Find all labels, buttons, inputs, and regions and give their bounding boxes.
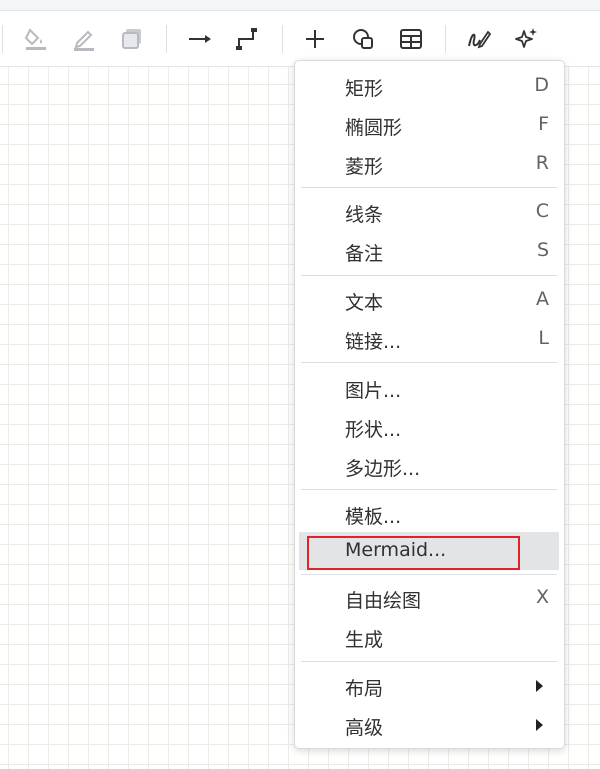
menu-divider (301, 362, 557, 363)
shortcut-key: C (535, 200, 549, 222)
menu-item-template[interactable]: 模板... (299, 495, 559, 533)
table-icon[interactable] (395, 23, 427, 55)
toolbar-separator (166, 25, 167, 53)
menu-item-label: 布局 (345, 678, 384, 700)
toolbar-separator (2, 25, 3, 53)
menu-item-link[interactable]: 链接... L (299, 320, 559, 358)
menu-item-advanced[interactable]: 高级 (299, 706, 559, 744)
menu-item-freehand[interactable]: 自由绘图 X (299, 579, 559, 617)
top-band (0, 0, 600, 11)
menu-item-label: 线条 (345, 204, 384, 226)
menu-item-label: 菱形 (345, 156, 384, 178)
submenu-arrow-icon (536, 719, 543, 731)
menu-item-label: 多边形... (345, 458, 421, 480)
insert-menu: 矩形 D 椭圆形 F 菱形 R 线条 C 备注 S 文本 A 链接... L 图… (294, 60, 565, 749)
shortcut-key: S (536, 239, 549, 261)
menu-item-label: 椭圆形 (345, 117, 403, 139)
menu-item-rectangle[interactable]: 矩形 D (299, 67, 559, 105)
menu-item-label: 形状... (345, 419, 402, 441)
shapes-icon[interactable] (347, 23, 379, 55)
menu-divider (301, 574, 557, 575)
menu-divider (301, 661, 557, 662)
shortcut-key: R (535, 152, 549, 174)
shadow-icon[interactable] (116, 23, 148, 55)
menu-divider (301, 187, 557, 188)
menu-item-image[interactable]: 图片... (299, 369, 559, 407)
toolbar-separator (282, 25, 283, 53)
toolbar (0, 11, 600, 67)
menu-item-label: 生成 (345, 629, 384, 651)
toolbar-separator (445, 25, 446, 53)
menu-item-label: 矩形 (345, 78, 384, 100)
waypoints-icon[interactable] (232, 23, 264, 55)
menu-item-shape[interactable]: 形状... (299, 408, 559, 446)
menu-item-note[interactable]: 备注 S (299, 232, 559, 270)
fill-color-icon[interactable] (20, 23, 52, 55)
shortcut-key: F (538, 113, 549, 135)
shortcut-key: X (535, 586, 549, 608)
submenu-arrow-icon (536, 680, 543, 692)
menu-item-layout[interactable]: 布局 (299, 667, 559, 705)
menu-item-label: 自由绘图 (345, 590, 422, 612)
menu-item-label: 模板... (345, 506, 402, 528)
menu-item-text[interactable]: 文本 A (299, 281, 559, 319)
menu-item-label: 文本 (345, 292, 384, 314)
line-color-icon[interactable] (68, 23, 100, 55)
menu-item-polygon[interactable]: 多边形... (299, 447, 559, 485)
menu-item-line[interactable]: 线条 C (299, 193, 559, 231)
menu-item-label: 图片... (345, 380, 402, 402)
menu-divider (301, 275, 557, 276)
menu-item-rhombus[interactable]: 菱形 R (299, 145, 559, 183)
freehand-draw-icon[interactable] (463, 23, 495, 55)
menu-divider (301, 489, 557, 490)
menu-item-ellipse[interactable]: 椭圆形 F (299, 106, 559, 144)
highlight-box (307, 536, 520, 570)
shortcut-key: D (534, 74, 549, 96)
menu-item-label: 链接... (345, 331, 402, 353)
shortcut-key: L (538, 327, 549, 349)
shortcut-key: A (536, 288, 549, 310)
menu-item-label: 高级 (345, 717, 384, 739)
generate-sparkle-icon[interactable] (510, 23, 542, 55)
insert-plus-icon[interactable] (299, 23, 331, 55)
menu-item-generate[interactable]: 生成 (299, 618, 559, 656)
menu-item-label: 备注 (345, 243, 384, 265)
connection-arrow-icon[interactable] (184, 23, 216, 55)
